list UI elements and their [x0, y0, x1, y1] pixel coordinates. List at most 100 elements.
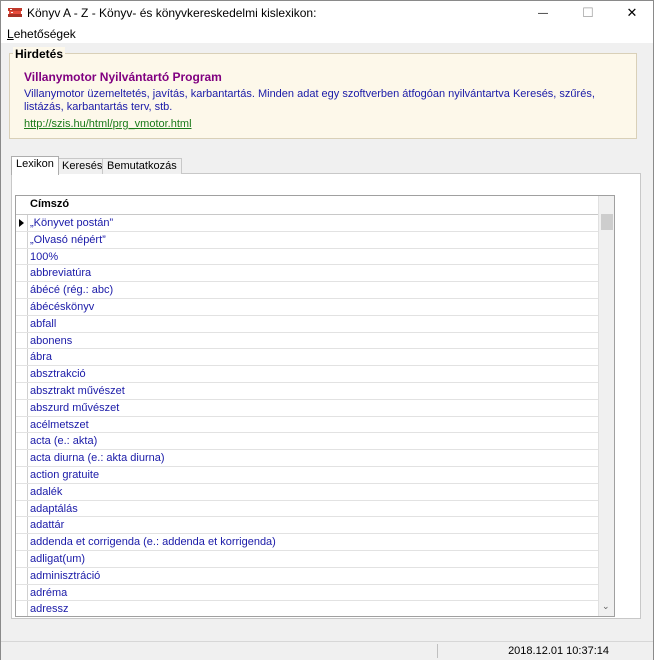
grid-header: Címszó [16, 196, 598, 215]
tab-bemutatkozas[interactable]: Bemutatkozás [102, 158, 182, 174]
app-window: Könyv A - Z - Könyv- és könyvkereskedelm… [0, 0, 654, 660]
column-header-cimszo[interactable]: Címszó [30, 198, 69, 210]
row-selector[interactable] [16, 466, 28, 483]
scrollbar-thumb[interactable] [601, 214, 613, 230]
table-row[interactable]: „Olvasó népért” [16, 231, 598, 249]
row-selector[interactable] [16, 517, 28, 534]
table-row[interactable]: acta (e.: akta) [16, 433, 598, 451]
row-selector[interactable] [16, 382, 28, 399]
row-selector[interactable] [16, 265, 28, 282]
entry-cell[interactable]: ábra [30, 351, 52, 363]
table-row[interactable]: action gratuite [16, 466, 598, 484]
grid-rows: „Könyvet postán” „Olvasó népért” 100% abbre… [16, 215, 598, 616]
close-button[interactable]: ✕ [610, 1, 654, 25]
row-selector[interactable] [16, 450, 28, 466]
table-row[interactable]: adattár [16, 517, 598, 535]
row-selector[interactable] [16, 534, 28, 550]
maximize-button[interactable]: ☐ [566, 1, 610, 25]
entry-cell[interactable]: 100% [30, 251, 58, 263]
row-selector[interactable] [16, 349, 28, 366]
ad-legend: Hirdetés [13, 47, 66, 61]
scroll-down-icon[interactable]: ⌄ [602, 601, 610, 612]
table-row[interactable]: abszurd művészet [16, 399, 598, 417]
entry-cell[interactable]: adminisztráció [30, 570, 100, 582]
table-row[interactable]: ábécéskönyv [16, 298, 598, 316]
entry-cell[interactable]: ábécé (rég.: abc) [30, 284, 113, 296]
table-row[interactable]: acta diurna (e.: akta diurna) [16, 450, 598, 467]
row-selector[interactable] [16, 601, 28, 616]
entry-cell[interactable]: „Könyvet postán” [30, 217, 113, 229]
row-selector[interactable] [16, 298, 28, 315]
row-selector[interactable] [16, 483, 28, 500]
entry-cell[interactable]: acélmetszet [30, 419, 89, 431]
tab-lexikon[interactable]: Lexikon [11, 156, 59, 175]
entry-cell[interactable]: abbreviatúra [30, 267, 91, 279]
entries-grid[interactable]: Címszó „Könyvet postán” „Olvasó népért” 10… [15, 195, 615, 617]
entry-cell[interactable]: acta (e.: akta) [30, 435, 97, 447]
status-datetime: 2018.12.01 10:37:14 [508, 645, 609, 657]
row-selector[interactable] [16, 248, 28, 265]
entry-cell[interactable]: addenda et corrigenda (e.: addenda et ko… [30, 536, 276, 548]
table-row[interactable]: ábra [16, 349, 598, 367]
table-row[interactable]: adaptálás [16, 500, 598, 518]
table-row[interactable]: adressz [16, 601, 598, 616]
row-selector[interactable] [16, 399, 28, 416]
table-row[interactable]: addenda et corrigenda (e.: addenda et ko… [16, 534, 598, 551]
table-row[interactable]: abonens [16, 332, 598, 350]
row-selector[interactable] [16, 332, 28, 349]
table-row[interactable]: adréma [16, 584, 598, 602]
entry-cell[interactable]: acta diurna (e.: akta diurna) [30, 452, 165, 464]
row-selector[interactable] [16, 282, 28, 298]
table-row[interactable]: abbreviatúra [16, 265, 598, 283]
menu-item-label: ehetőségek [13, 27, 76, 41]
table-row[interactable]: 100% [16, 248, 598, 266]
row-selector[interactable] [16, 231, 28, 248]
entry-cell[interactable]: adligat(um) [30, 553, 85, 565]
minimize-button[interactable]: — [521, 1, 565, 25]
table-row[interactable]: absztrakció [16, 366, 598, 383]
entry-cell[interactable]: action gratuite [30, 469, 99, 481]
menu-item-mnemonic: L [7, 27, 14, 41]
maximize-icon: ☐ [582, 5, 594, 20]
row-selector[interactable] [16, 584, 28, 601]
row-selector[interactable] [16, 416, 28, 433]
status-divider [437, 644, 438, 658]
entry-cell[interactable]: abonens [30, 335, 72, 347]
table-row[interactable]: abfall [16, 315, 598, 333]
entry-cell[interactable]: adattár [30, 519, 64, 531]
table-row[interactable]: adminisztráció [16, 567, 598, 585]
tab-kereses[interactable]: Keresés [57, 158, 108, 174]
table-row[interactable]: „Könyvet postán” [16, 215, 598, 232]
table-row[interactable]: adalék [16, 483, 598, 501]
vertical-scrollbar[interactable]: ⌄ [598, 196, 614, 616]
row-selector[interactable] [16, 215, 28, 231]
row-selector[interactable] [16, 567, 28, 584]
entry-cell[interactable]: abszurd művészet [30, 402, 119, 414]
ad-link[interactable]: http://szis.hu/html/prg_vmotor.html [24, 118, 192, 130]
entry-cell[interactable]: „Olvasó népért” [30, 234, 106, 246]
entry-cell[interactable]: adréma [30, 587, 67, 599]
entry-cell[interactable]: adalék [30, 486, 62, 498]
table-row[interactable]: adligat(um) [16, 550, 598, 568]
ad-title: Villanymotor Nyilvántartó Program [24, 70, 222, 84]
entry-cell[interactable]: absztrakt művészet [30, 385, 125, 397]
current-row-arrow-icon [19, 219, 24, 227]
entry-cell[interactable]: adaptálás [30, 503, 78, 515]
entry-cell[interactable]: adressz [30, 603, 69, 615]
row-selector[interactable] [16, 366, 28, 382]
entry-cell[interactable]: ábécéskönyv [30, 301, 94, 313]
table-row[interactable]: ábécé (rég.: abc) [16, 282, 598, 299]
title-bar[interactable]: Könyv A - Z - Könyv- és könyvkereskedelm… [1, 1, 653, 25]
menu-item-options[interactable]: Lehetőségek [7, 27, 76, 41]
window-title: Könyv A - Z - Könyv- és könyvkereskedelm… [27, 6, 317, 20]
row-selector[interactable] [16, 550, 28, 567]
table-row[interactable]: acélmetszet [16, 416, 598, 434]
entry-cell[interactable]: absztrakció [30, 368, 86, 380]
row-selector[interactable] [16, 500, 28, 517]
minimize-icon: — [538, 7, 548, 19]
row-selector[interactable] [16, 315, 28, 332]
entry-cell[interactable]: abfall [30, 318, 56, 330]
row-selector[interactable] [16, 433, 28, 450]
menu-bar: Lehetőségek [1, 25, 653, 43]
table-row[interactable]: absztrakt művészet [16, 382, 598, 400]
